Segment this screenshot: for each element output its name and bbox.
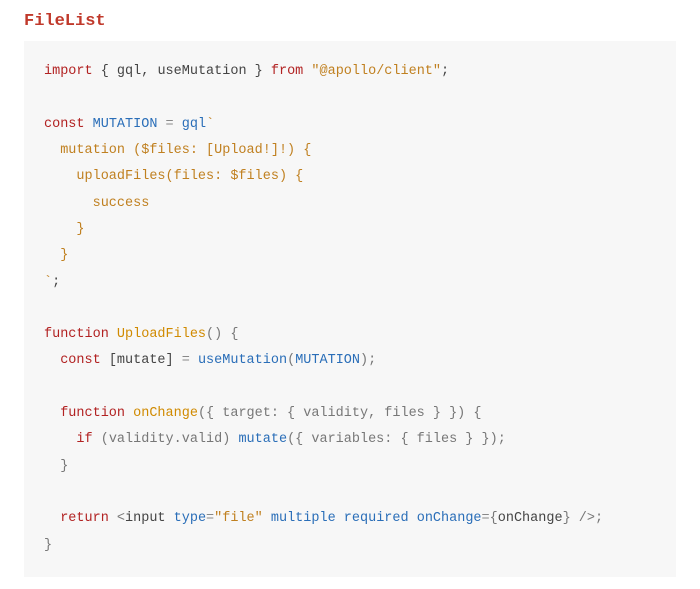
token-backtick: ` [206, 117, 214, 132]
token-space [263, 511, 271, 526]
token-punct: } [44, 538, 52, 553]
token-ident: [mutate] [109, 353, 182, 368]
token-punct: ); [360, 353, 376, 368]
token-space [336, 511, 344, 526]
token-op: = [206, 511, 214, 526]
token-template-string: } [44, 222, 85, 237]
token-ident: onChange [498, 511, 563, 526]
token-keyword: const [44, 117, 85, 132]
token-punct: , [141, 64, 157, 79]
token-punct: } [44, 459, 68, 474]
token-keyword: from [271, 64, 303, 79]
token-punct: ({ variables: { files } }); [287, 432, 506, 447]
token-indent [44, 432, 76, 447]
token-keyword: if [76, 432, 92, 447]
token-space [109, 327, 117, 342]
token-punct: ( [287, 353, 295, 368]
token-punct: { [93, 64, 117, 79]
token-jsx-attr: multiple [271, 511, 336, 526]
token-punct: } [247, 64, 271, 79]
token-tag-fn: gql [182, 117, 206, 132]
token-punct: />; [571, 511, 603, 526]
token-op: = [182, 353, 198, 368]
token-keyword: return [60, 511, 109, 526]
token-punct: ; [441, 64, 449, 79]
token-brace: } [563, 511, 571, 526]
token-op: = [482, 511, 490, 526]
token-ident: useMutation [157, 64, 246, 79]
token-space [93, 432, 101, 447]
token-fn-call: mutate [238, 432, 287, 447]
token-indent [44, 406, 60, 421]
token-template-string: mutation ($files: [Upload!]!) { [44, 143, 311, 158]
token-indent [44, 353, 60, 368]
token-string: "@apollo/client" [311, 64, 441, 79]
token-const: MUTATION [295, 353, 360, 368]
token-keyword: function [60, 406, 125, 421]
token-string: "file" [214, 511, 263, 526]
token-space [125, 406, 133, 421]
token-angle: < [117, 511, 125, 526]
token-jsx-attr: required [344, 511, 409, 526]
token-jsx-tag: input [125, 511, 174, 526]
code-block: import { gql, useMutation } from "@apoll… [24, 41, 676, 577]
token-space [101, 353, 109, 368]
token-brace: { [490, 511, 498, 526]
section-title: FileList [24, 12, 676, 31]
token-backtick: ` [44, 275, 52, 290]
token-ident: gql [117, 64, 141, 79]
token-const: MUTATION [93, 117, 158, 132]
token-space [109, 511, 117, 526]
token-keyword: import [44, 64, 93, 79]
token-op: = [157, 117, 181, 132]
token-jsx-attr: type [174, 511, 206, 526]
token-punct: ; [52, 275, 60, 290]
token-indent [44, 511, 60, 526]
token-fn-name: onChange [133, 406, 198, 421]
token-cond: (validity.valid) [101, 432, 239, 447]
token-template-string: success [44, 196, 149, 211]
token-keyword: const [60, 353, 101, 368]
token-space [85, 117, 93, 132]
token-space [409, 511, 417, 526]
token-punct: () { [206, 327, 238, 342]
token-fn-call: useMutation [198, 353, 287, 368]
token-fn-name: UploadFiles [117, 327, 206, 342]
token-template-string: uploadFiles(files: $files) { [44, 169, 303, 184]
token-punct: ({ target: { validity, files } }) { [198, 406, 482, 421]
token-keyword: function [44, 327, 109, 342]
token-jsx-attr: onChange [417, 511, 482, 526]
token-template-string: } [44, 248, 68, 263]
